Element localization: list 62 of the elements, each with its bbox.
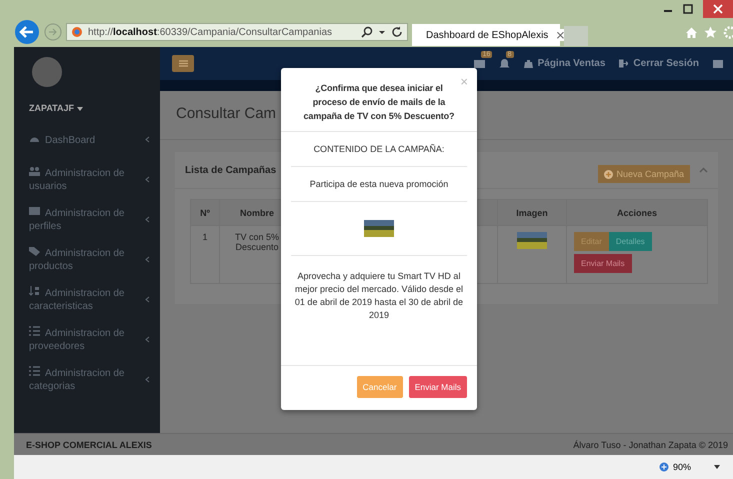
footer-title: E-SHOP COMERCIAL ALEXIS: [26, 440, 152, 450]
new-campaign-button[interactable]: Nueva Campaña: [598, 165, 690, 183]
chevron-icon: [145, 136, 150, 143]
card-icon: [29, 206, 40, 216]
chevron-icon: [145, 216, 150, 223]
sidebar-item[interactable]: DashBoard: [14, 126, 160, 153]
sidebar-item[interactable]: Administracion de perfiles: [14, 206, 160, 233]
sign-out-icon: [619, 59, 628, 68]
sidebar-item[interactable]: Administracion de usuarios: [14, 166, 160, 193]
caret-icon: [77, 106, 83, 111]
sort-icon: [29, 286, 40, 296]
list-icon: [29, 326, 40, 336]
zoom-icon[interactable]: [658, 462, 669, 472]
list-icon: [29, 366, 40, 376]
action-button[interactable]: Detalles: [608, 232, 652, 251]
panel-title: Lista de Campañas: [185, 164, 276, 176]
back-icon[interactable]: [14, 19, 40, 45]
sidebar-item[interactable]: Administracion de categorias: [14, 366, 160, 393]
column-header: Imagen: [498, 200, 566, 226]
chevron-icon: [145, 176, 150, 183]
chevron-icon: [145, 336, 150, 343]
globe-icon: [71, 26, 83, 38]
bell-icon[interactable]: [498, 58, 510, 68]
refresh-icon[interactable]: [391, 26, 403, 38]
search-icon[interactable]: [361, 26, 373, 38]
tag-icon: [29, 246, 40, 256]
dialog-button[interactable]: Cancelar: [356, 376, 403, 398]
action-button[interactable]: Enviar Mails: [574, 254, 632, 273]
nav-link[interactable]: Página Ventas: [524, 58, 606, 69]
campaign-subtitle: Participa de esta nueva promoción: [291, 167, 467, 202]
nav-link[interactable]: Cerrar Sesión: [619, 58, 699, 69]
maximize-icon[interactable]: [683, 4, 693, 14]
footer-credits: Álvaro Tuso - Jonathan Zapata © 2019: [573, 440, 728, 450]
column-header: Nº: [190, 200, 220, 226]
chevron-icon: [145, 376, 150, 383]
table-cell: 1: [202, 232, 208, 242]
content-heading: CONTENIDO DE LA CAMPAÑA:: [291, 132, 467, 167]
sidebar-item[interactable]: Administracion de proveedores: [14, 326, 160, 353]
sidebar-item[interactable]: Administracion de productos: [14, 246, 160, 273]
user-menu[interactable]: ZAPATAJF: [29, 103, 160, 113]
caret-icon[interactable]: [713, 464, 721, 470]
table-cell: TV con 5% Descuento: [234, 232, 280, 252]
plus-circle-icon: [604, 170, 614, 178]
dialog-button[interactable]: Enviar Mails: [408, 376, 467, 398]
photo-placeholder: [517, 232, 547, 249]
zoom-level[interactable]: 90%: [672, 462, 691, 472]
photo-placeholder: [364, 220, 394, 237]
close-icon[interactable]: [703, 0, 733, 18]
star-icon[interactable]: [704, 26, 717, 38]
panel-icon[interactable]: [713, 60, 723, 68]
chevron-icon: [145, 296, 150, 303]
dialog-close[interactable]: ×: [460, 74, 468, 89]
campaign-description: Aprovecha y adquiere tu Smart TV HD al mejor precio del mercado. Válido desde el 01 de abril de 2019 hasta el 30 de abril de 2019: [294, 270, 464, 322]
address-field[interactable]: http://localhost:60339/Campania/ConsultarCampanias: [66, 23, 408, 41]
avatar: [32, 57, 62, 87]
menu-icon: [178, 60, 188, 67]
column-header: Acciones: [566, 200, 708, 226]
chevron-icon: [145, 256, 150, 263]
sidebar-item[interactable]: Administracion de caracteristicas: [14, 286, 160, 313]
users-icon: [29, 166, 40, 176]
tab-title: Dashboard de EShopAlexis: [426, 30, 548, 40]
envelope-icon[interactable]: [474, 58, 485, 68]
